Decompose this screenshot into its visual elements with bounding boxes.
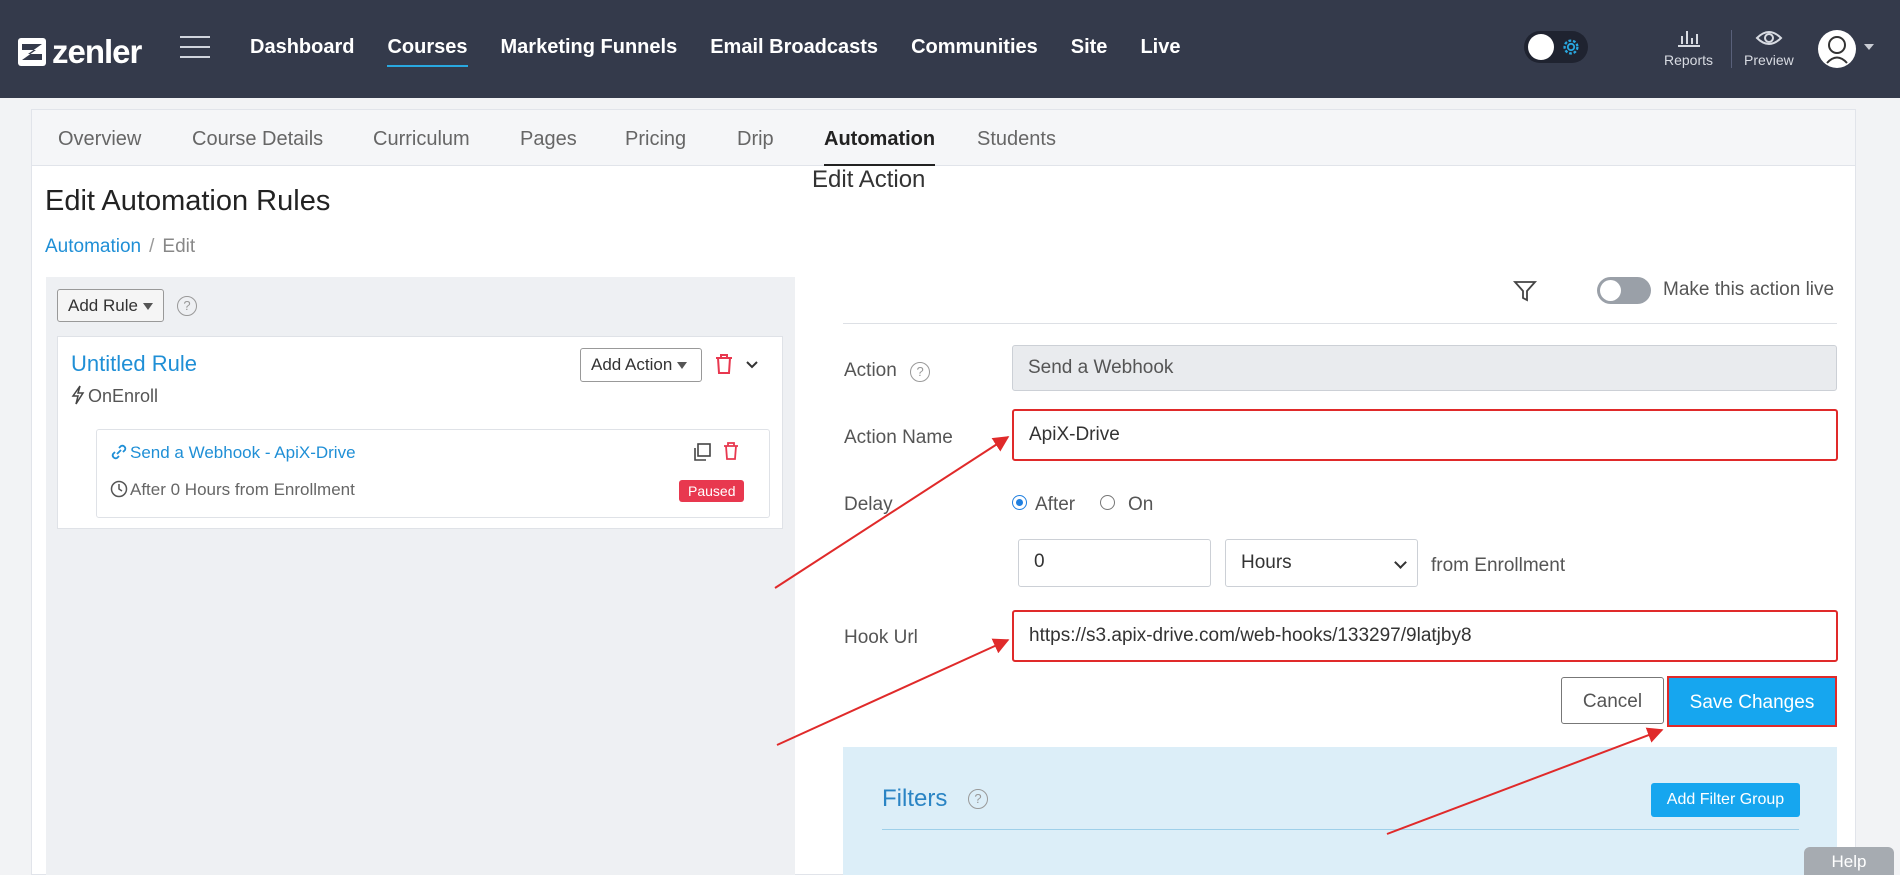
rule-trigger: OnEnroll: [71, 385, 158, 407]
delay-suffix: from Enrollment: [1431, 555, 1566, 576]
add-action-label: Add Action: [591, 355, 673, 374]
action-label: Action ?: [844, 360, 931, 382]
action-label-text: Action: [844, 360, 897, 381]
delay-label: Delay: [844, 494, 893, 515]
help-icon[interactable]: ?: [968, 789, 989, 809]
nav-dashboard[interactable]: Dashboard: [250, 36, 354, 67]
delay-unit-value: Hours: [1241, 552, 1292, 573]
add-rule-button[interactable]: Add Rule: [57, 289, 164, 322]
action-name-label: Action Name: [844, 427, 953, 448]
tab-curriculum[interactable]: Curriculum: [373, 128, 470, 166]
breadcrumb: Automation / Edit: [45, 236, 195, 258]
tab-pages[interactable]: Pages: [520, 128, 577, 166]
theme-toggle-knob: [1528, 34, 1554, 60]
rules-area: Add Rule ? Untitled Rule OnEnroll Add Ac…: [46, 277, 795, 875]
edit-divider: [843, 323, 1837, 324]
add-filter-group-button[interactable]: Add Filter Group: [1651, 783, 1800, 817]
nav-live[interactable]: Live: [1140, 36, 1180, 67]
help-icon[interactable]: ?: [177, 296, 197, 316]
help-icon[interactable]: ?: [910, 362, 931, 382]
action-name-input[interactable]: ApiX-Drive: [1012, 409, 1838, 461]
add-action-button[interactable]: Add Action: [580, 348, 702, 382]
nav-email-broadcasts[interactable]: Email Broadcasts: [710, 36, 878, 67]
theme-toggle[interactable]: [1524, 31, 1588, 63]
breadcrumb-current: Edit: [162, 236, 196, 257]
caret-down-icon: [677, 362, 688, 370]
nav-communities[interactable]: Communities: [911, 36, 1038, 67]
logo[interactable]: zenler: [18, 33, 142, 71]
rule-card: Untitled Rule OnEnroll Add Action Send a…: [57, 336, 783, 529]
lightning-icon: [71, 385, 85, 405]
avatar[interactable]: [1818, 30, 1856, 68]
action-card: Send a Webhook - ApiX-Drive After 0 Hour…: [96, 429, 770, 518]
nav-courses[interactable]: Courses: [387, 36, 468, 67]
delay-amount-input[interactable]: 0: [1018, 539, 1211, 587]
menu-icon[interactable]: [180, 36, 210, 58]
hook-url-label: Hook Url: [844, 627, 918, 648]
make-live-label: Make this action live: [1663, 279, 1835, 300]
filter-icon[interactable]: [1513, 280, 1537, 302]
filters-divider: [882, 829, 1799, 830]
reports-label: Reports: [1664, 52, 1714, 68]
breadcrumb-automation-link[interactable]: Automation: [45, 236, 141, 257]
filters-panel: Filters ? Add Filter Group: [843, 747, 1837, 875]
add-rule-label: Add Rule: [68, 296, 138, 315]
top-navbar: zenler Dashboard Courses Marketing Funne…: [0, 0, 1900, 98]
tab-course-details[interactable]: Course Details: [192, 128, 323, 166]
bar-chart-icon: [1677, 31, 1700, 47]
trash-icon[interactable]: [714, 353, 734, 375]
filters-title: Filters ?: [882, 785, 989, 813]
caret-down-icon: [142, 303, 153, 311]
nav-site[interactable]: Site: [1071, 36, 1108, 67]
clock-icon: [110, 480, 128, 498]
preview-label: Preview: [1744, 52, 1794, 68]
delay-after-radio[interactable]: [1012, 495, 1027, 510]
status-badge: Paused: [679, 480, 745, 502]
chevron-down-icon[interactable]: [745, 360, 759, 370]
copy-icon[interactable]: [692, 442, 712, 462]
action-timing: After 0 Hours from Enrollment: [110, 480, 355, 500]
tab-overview[interactable]: Overview: [58, 128, 141, 166]
tab-students[interactable]: Students: [977, 128, 1056, 166]
toggle-knob: [1600, 280, 1621, 301]
cancel-button[interactable]: Cancel: [1561, 677, 1664, 724]
brand-name: zenler: [52, 33, 142, 70]
course-tabs: Overview Course Details Curriculum Pages…: [32, 110, 1855, 166]
save-changes-button[interactable]: Save Changes: [1667, 676, 1837, 727]
filters-title-text: Filters: [882, 785, 948, 812]
main-nav: Dashboard Courses Marketing Funnels Emai…: [250, 36, 1213, 67]
trash-icon[interactable]: [722, 441, 740, 461]
page-title: Edit Automation Rules: [45, 185, 331, 217]
caret-down-icon[interactable]: [1864, 44, 1874, 50]
nav-marketing-funnels[interactable]: Marketing Funnels: [501, 36, 678, 67]
action-link-label: Send a Webhook - ApiX-Drive: [130, 443, 356, 462]
zenler-logo-icon: [18, 38, 46, 66]
delay-after-label: After: [1035, 494, 1076, 515]
help-button[interactable]: Help: [1804, 847, 1894, 875]
user-avatar-icon: [1826, 36, 1848, 64]
make-live-toggle[interactable]: [1597, 277, 1651, 304]
hook-url-input[interactable]: https://s3.apix-drive.com/web-hooks/1332…: [1012, 610, 1838, 662]
gear-icon: [1563, 39, 1579, 55]
action-type-field: Send a Webhook: [1012, 345, 1837, 391]
reports-button[interactable]: Reports: [1664, 28, 1713, 68]
delay-on-label: On: [1128, 494, 1154, 515]
edit-action-title: Edit Action: [812, 166, 926, 193]
breadcrumb-separator: /: [149, 236, 155, 257]
delay-on-radio[interactable]: [1100, 495, 1115, 510]
tab-drip[interactable]: Drip: [737, 128, 774, 166]
eye-icon: [1755, 31, 1783, 45]
action-link[interactable]: Send a Webhook - ApiX-Drive: [110, 443, 356, 463]
action-timing-label: After 0 Hours from Enrollment: [130, 480, 355, 499]
chevron-down-icon: [1394, 556, 1407, 569]
delay-unit-select[interactable]: Hours: [1225, 539, 1418, 587]
link-icon: [111, 444, 127, 460]
rule-title[interactable]: Untitled Rule: [71, 351, 197, 377]
preview-button[interactable]: Preview: [1744, 28, 1794, 68]
tab-pricing[interactable]: Pricing: [625, 128, 686, 166]
tab-automation[interactable]: Automation: [824, 128, 936, 166]
trigger-label: OnEnroll: [88, 386, 159, 406]
top-divider: [1731, 30, 1732, 68]
